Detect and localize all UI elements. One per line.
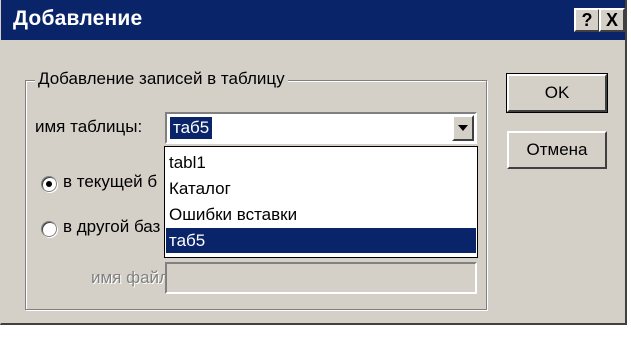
dropdown-button[interactable] [452,115,474,141]
group-legend: Добавление записей в таблицу [35,69,288,89]
help-button[interactable]: ? [574,8,600,32]
close-button[interactable]: X [599,8,625,32]
dropdown-item-insert-errors[interactable]: Ошибки вставки [166,202,476,227]
add-dialog: Добавление ? X Добавление записей в табл… [0,0,627,325]
table-dropdown-list[interactable]: tabl1 Каталог Ошибки вставки таб5 [164,146,478,258]
title-bar[interactable]: Добавление ? X [1,0,625,40]
ok-button[interactable]: OK [506,73,608,113]
table-name-combobox[interactable]: таб5 [165,112,477,144]
dialog-title: Добавление [13,7,143,30]
table-name-label: имя таблицы: [35,117,143,136]
radio-selected-dot [46,181,52,187]
table-name-value: таб5 [170,117,213,139]
radio-other-database[interactable] [41,221,57,237]
cancel-button[interactable]: Отмена [507,131,607,169]
radio-other-label[interactable]: в другой баз [63,217,160,237]
radio-current-database[interactable] [41,176,57,192]
radio-current-label[interactable]: в текущей б [63,172,157,192]
dropdown-item-tabl1[interactable]: tabl1 [166,150,476,175]
dropdown-item-catalog[interactable]: Каталог [166,176,476,201]
chevron-down-icon [458,125,468,131]
dropdown-item-tab5[interactable]: таб5 [166,228,476,253]
file-name-field [165,262,477,294]
